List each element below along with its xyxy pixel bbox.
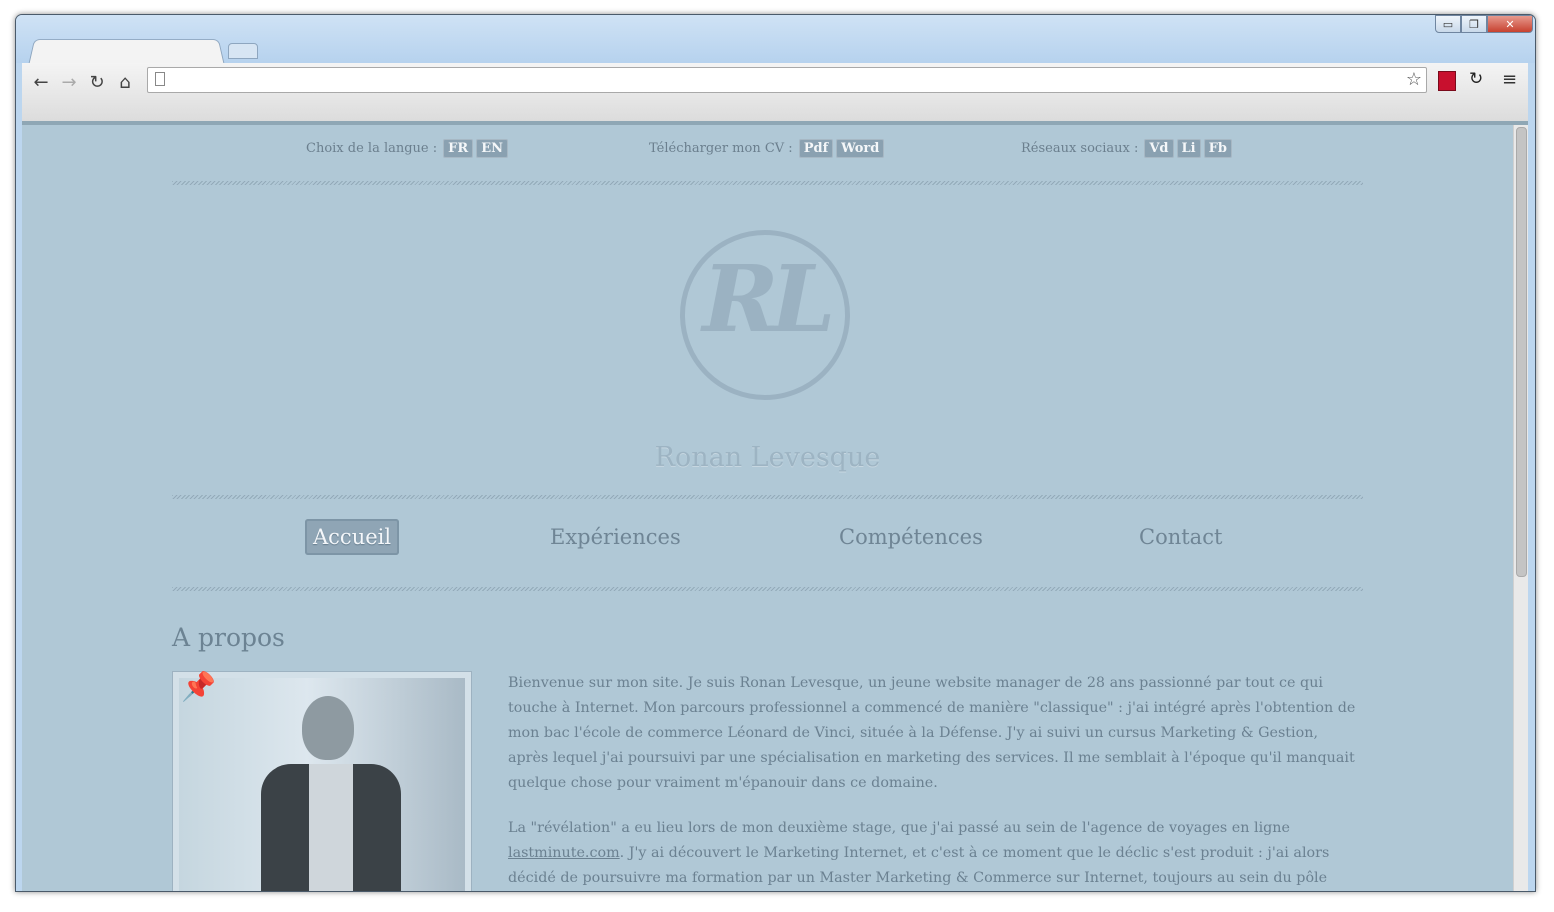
browser-toolbar: ← → ↻ ⌂ ☆ ↻ ≡ bbox=[22, 63, 1528, 121]
home-icon[interactable]: ⌂ bbox=[114, 71, 136, 93]
nav-contact[interactable]: Contact bbox=[1139, 525, 1222, 549]
cv-word-button[interactable]: Word bbox=[836, 139, 885, 158]
browser-menu-icon[interactable]: ≡ bbox=[1502, 69, 1517, 90]
social-label: Réseaux sociaux : bbox=[1021, 141, 1139, 156]
page-viewport: Choix de la langue : FR EN Télécharger m… bbox=[22, 121, 1528, 891]
forward-icon[interactable]: → bbox=[58, 71, 80, 93]
lastminute-link[interactable]: lastminute.com bbox=[508, 845, 620, 861]
cv-label: Télécharger mon CV : bbox=[649, 141, 793, 156]
about-paragraph-2-end: . J'y ai découvert le Marketing Internet… bbox=[508, 845, 1330, 886]
back-icon[interactable]: ← bbox=[30, 71, 52, 93]
social-fb-button[interactable]: Fb bbox=[1203, 139, 1232, 158]
nav-experiences[interactable]: Expériences bbox=[550, 525, 681, 549]
about-paragraph-1: Bienvenue sur mon site. Je suis Ronan Le… bbox=[508, 675, 1356, 791]
language-selector: Choix de la langue : FR EN bbox=[306, 139, 508, 158]
address-bar[interactable]: ☆ bbox=[147, 67, 1427, 93]
minimize-button[interactable]: ▭ bbox=[1435, 15, 1461, 33]
bookmark-star-icon[interactable]: ☆ bbox=[1406, 69, 1422, 90]
person-shirt bbox=[309, 764, 353, 891]
page-icon bbox=[155, 72, 165, 86]
lang-fr-button[interactable]: FR bbox=[443, 139, 474, 158]
divider bbox=[172, 587, 1363, 591]
cv-pdf-button[interactable]: Pdf bbox=[798, 139, 834, 158]
social-links: Réseaux sociaux : Vd Li Fb bbox=[1021, 139, 1232, 158]
nav-accueil[interactable]: Accueil bbox=[305, 519, 400, 555]
cv-download: Télécharger mon CV : Pdf Word bbox=[649, 139, 885, 158]
lang-en-button[interactable]: EN bbox=[476, 139, 508, 158]
about-paragraph-2: La "révélation" a eu lieu lors de mon de… bbox=[508, 816, 1360, 891]
social-vd-button[interactable]: Vd bbox=[1144, 139, 1174, 158]
vertical-scrollbar[interactable] bbox=[1513, 125, 1528, 891]
about-paragraph-2-start: La "révélation" a eu lieu lors de mon de… bbox=[508, 820, 1290, 836]
top-bar: Choix de la langue : FR EN Télécharger m… bbox=[172, 125, 1363, 181]
reload-icon[interactable]: ↻ bbox=[86, 71, 108, 93]
window-controls: ▭ ❐ ✕ bbox=[1435, 15, 1533, 33]
nav-competences[interactable]: Compétences bbox=[839, 525, 983, 549]
new-tab-button[interactable] bbox=[228, 43, 258, 59]
about-title: A propos bbox=[172, 623, 285, 652]
extension-red-icon[interactable] bbox=[1438, 71, 1456, 91]
profile-photo-frame: 📌 bbox=[172, 670, 472, 891]
close-button[interactable]: ✕ bbox=[1487, 15, 1533, 33]
social-li-button[interactable]: Li bbox=[1176, 139, 1201, 158]
logo-monogram: RL bbox=[702, 245, 835, 353]
person-head bbox=[302, 696, 354, 760]
profile-photo bbox=[179, 678, 465, 891]
language-label: Choix de la langue : bbox=[306, 141, 438, 156]
title-bar: ▭ ❐ ✕ bbox=[16, 15, 1535, 66]
pushpin-icon: 📌 bbox=[181, 670, 216, 703]
page-content: Choix de la langue : FR EN Télécharger m… bbox=[172, 125, 1363, 891]
scrollbar-thumb[interactable] bbox=[1516, 127, 1527, 577]
site-name: Ronan Levesque bbox=[654, 442, 881, 473]
maximize-button[interactable]: ❐ bbox=[1461, 15, 1487, 33]
browser-window: ▭ ❐ ✕ ← → ↻ ⌂ ☆ ↻ ≡ Choix de la langue :… bbox=[15, 14, 1536, 892]
about-text: Bienvenue sur mon site. Je suis Ronan Le… bbox=[508, 671, 1360, 891]
main-nav: Accueil Expériences Compétences Contact bbox=[172, 499, 1363, 587]
extension-sync-icon[interactable]: ↻ bbox=[1469, 69, 1483, 89]
browser-tab[interactable] bbox=[28, 39, 225, 66]
logo-area: RL Ronan Levesque bbox=[172, 185, 1363, 495]
